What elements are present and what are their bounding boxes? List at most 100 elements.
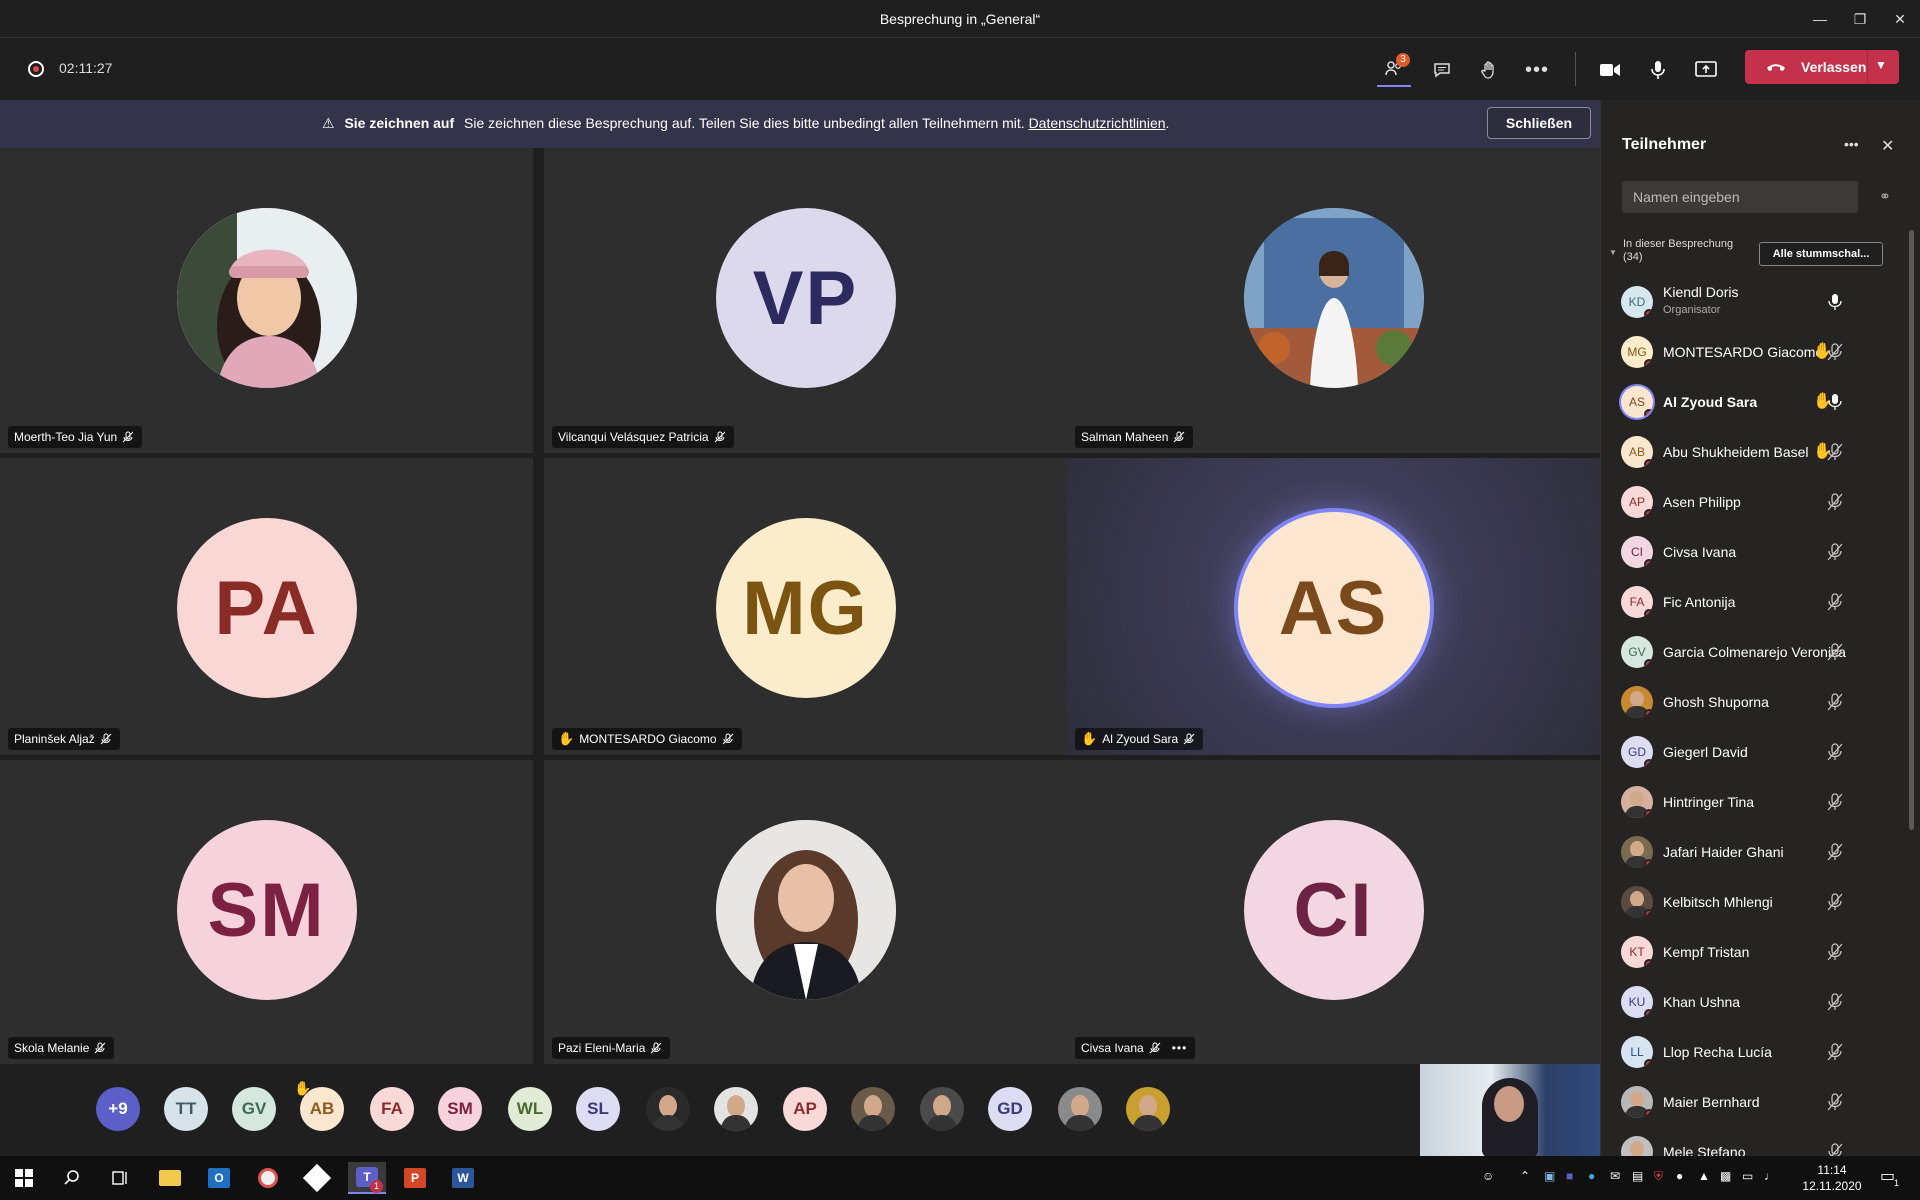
strip-participant-photo[interactable]	[1058, 1087, 1102, 1131]
start-button[interactable]	[8, 1162, 40, 1194]
participant-row[interactable]: AS Al Zyoud Sara ✋	[1601, 377, 1901, 427]
leave-button[interactable]: Verlassen ▼	[1745, 50, 1899, 84]
file-explorer-icon[interactable]	[154, 1162, 186, 1194]
security-tray-icon[interactable]: ⛨	[1654, 1169, 1663, 1184]
share-invite-icon[interactable]: ⚭	[1879, 188, 1891, 205]
restore-icon[interactable]: ❐	[1843, 6, 1877, 32]
strip-participant-photo[interactable]	[1126, 1087, 1170, 1131]
mute-all-button[interactable]: Alle stummschal...	[1759, 242, 1883, 266]
mic-off-icon[interactable]	[1827, 943, 1843, 961]
raise-hand-button[interactable]	[1472, 53, 1506, 87]
participant-row[interactable]: KD Kiendl Doris Organisator	[1601, 277, 1901, 327]
mic-off-icon[interactable]	[1827, 743, 1843, 761]
minimize-icon[interactable]: —	[1803, 6, 1837, 32]
video-tile[interactable]: PA Planinšek Aljaž	[0, 458, 533, 755]
teams-icon[interactable]: T 1	[348, 1162, 386, 1194]
taskbar-clock[interactable]: 11:14 12.11.2020	[1802, 1162, 1862, 1194]
panel-close-icon[interactable]: ✕	[1881, 136, 1894, 156]
strip-participant-photo[interactable]	[851, 1087, 895, 1131]
people-tray-icon[interactable]: ☺	[1482, 1169, 1494, 1183]
task-view-icon[interactable]	[104, 1162, 136, 1194]
mic-off-icon[interactable]	[1827, 893, 1843, 911]
strip-participant-avatar[interactable]: +9	[96, 1087, 140, 1131]
share-screen-button[interactable]	[1689, 53, 1723, 87]
section-header[interactable]: In dieser Besprechung (34)	[1623, 238, 1733, 264]
strip-participant-photo[interactable]	[920, 1087, 964, 1131]
strip-participant-avatar[interactable]: TT	[164, 1087, 208, 1131]
network-tray-icon[interactable]: ●	[1676, 1169, 1683, 1183]
video-tile[interactable]: AS ✋ Al Zyoud Sara	[1067, 458, 1600, 755]
mail-tray-icon[interactable]: ✉	[1610, 1169, 1620, 1183]
participant-row[interactable]: KT Kempf Tristan	[1601, 927, 1901, 977]
camera-button[interactable]	[1593, 53, 1627, 87]
microphone-button[interactable]	[1641, 53, 1675, 87]
mic-off-icon[interactable]	[1827, 793, 1843, 811]
participant-row[interactable]: Ghosh Shuporna	[1601, 677, 1901, 727]
language-icon[interactable]: ▩	[1720, 1169, 1731, 1183]
show-hidden-icons[interactable]: ⌃	[1520, 1169, 1530, 1183]
strip-participant-avatar[interactable]: AP	[783, 1087, 827, 1131]
snipping-tool-icon[interactable]	[252, 1162, 284, 1194]
participant-row[interactable]: GV Garcia Colmenarejo Veronica	[1601, 627, 1901, 677]
strip-participant-avatar[interactable]: WL	[508, 1087, 552, 1131]
powerpoint-icon[interactable]: P	[399, 1162, 431, 1194]
mic-off-icon[interactable]	[1827, 493, 1843, 511]
mic-off-icon[interactable]	[1827, 593, 1843, 611]
tray-app-icon[interactable]: ▣	[1544, 1169, 1555, 1183]
mic-off-icon[interactable]	[1827, 643, 1843, 661]
strip-participant-avatar[interactable]: GD	[988, 1087, 1032, 1131]
participant-row[interactable]: Hintringer Tina	[1601, 777, 1901, 827]
strip-participant-avatar[interactable]: GV	[232, 1087, 276, 1131]
video-tile[interactable]: CI Civsa Ivana •••	[1067, 760, 1600, 1064]
volume-icon[interactable]: ♩	[1764, 1169, 1776, 1183]
tile-more-icon[interactable]: •••	[1172, 1037, 1188, 1059]
participant-row[interactable]: AB Abu Shukheidem Basel ✋	[1601, 427, 1901, 477]
panel-scrollbar[interactable]	[1909, 230, 1914, 830]
skype-tray-icon[interactable]: ●	[1588, 1169, 1595, 1183]
panel-more-icon[interactable]: •••	[1844, 136, 1859, 152]
banner-close-button[interactable]: Schließen	[1487, 107, 1591, 139]
participant-row[interactable]: MG MONTESARDO Giacomo ✋	[1601, 327, 1901, 377]
chevron-down-icon[interactable]: ▼	[1875, 58, 1887, 72]
strip-participant-avatar[interactable]: SM	[438, 1087, 482, 1131]
self-view[interactable]	[1420, 1064, 1600, 1158]
notifications-icon[interactable]: ▭	[1880, 1166, 1895, 1186]
strip-participant-photo[interactable]	[714, 1087, 758, 1131]
word-icon[interactable]: W	[447, 1162, 479, 1194]
participant-row[interactable]: Jafari Haider Ghani	[1601, 827, 1901, 877]
mic-off-icon[interactable]	[1827, 993, 1843, 1011]
mic-off-icon[interactable]	[1827, 693, 1843, 711]
wifi-icon[interactable]: ▲	[1698, 1169, 1710, 1183]
video-tile[interactable]: Pazi Eleni-Maria	[544, 760, 1067, 1064]
mic-off-icon[interactable]	[1827, 443, 1843, 461]
participant-row[interactable]: FA Fic Antonija	[1601, 577, 1901, 627]
office-tray-icon[interactable]: ▤	[1632, 1169, 1643, 1183]
mic-off-icon[interactable]	[1827, 1093, 1843, 1111]
mic-off-icon[interactable]	[1827, 843, 1843, 861]
search-icon[interactable]	[56, 1162, 88, 1194]
participant-row[interactable]: Kelbitsch Mhlengi	[1601, 877, 1901, 927]
search-input[interactable]: Namen eingeben	[1622, 181, 1858, 213]
outlook-icon[interactable]: O	[203, 1162, 235, 1194]
microphone-icon[interactable]	[1827, 393, 1843, 411]
video-tile[interactable]: MG ✋ MONTESARDO Giacomo	[544, 458, 1067, 755]
mic-off-icon[interactable]	[1827, 343, 1843, 361]
microphone-icon[interactable]	[1827, 293, 1843, 311]
strip-participant-avatar[interactable]: SL	[576, 1087, 620, 1131]
privacy-link[interactable]: Datenschutzrichtlinien	[1029, 115, 1166, 131]
video-tile[interactable]: SM Skola Melanie	[0, 760, 533, 1064]
more-actions-button[interactable]: •••	[1520, 53, 1554, 87]
video-tile[interactable]: Moerth-Teo Jia Yun	[0, 148, 533, 453]
participant-row[interactable]: CI Civsa Ivana	[1601, 527, 1901, 577]
mic-off-icon[interactable]	[1827, 543, 1843, 561]
teams-tray-icon[interactable]: ■	[1566, 1169, 1573, 1183]
participant-row[interactable]: GD Giegerl David	[1601, 727, 1901, 777]
video-tile[interactable]: Salman Maheen	[1067, 148, 1600, 453]
app-icon[interactable]	[301, 1162, 333, 1194]
collapse-icon[interactable]: ▼	[1609, 248, 1617, 257]
video-tile[interactable]: VP Vilcanqui Velásquez Patricia	[544, 148, 1067, 453]
participant-row[interactable]: LL Llop Recha Lucía	[1601, 1027, 1901, 1077]
mic-off-icon[interactable]	[1827, 1043, 1843, 1061]
participant-row[interactable]: AP Asen Philipp	[1601, 477, 1901, 527]
battery-icon[interactable]: ▭	[1742, 1169, 1753, 1183]
